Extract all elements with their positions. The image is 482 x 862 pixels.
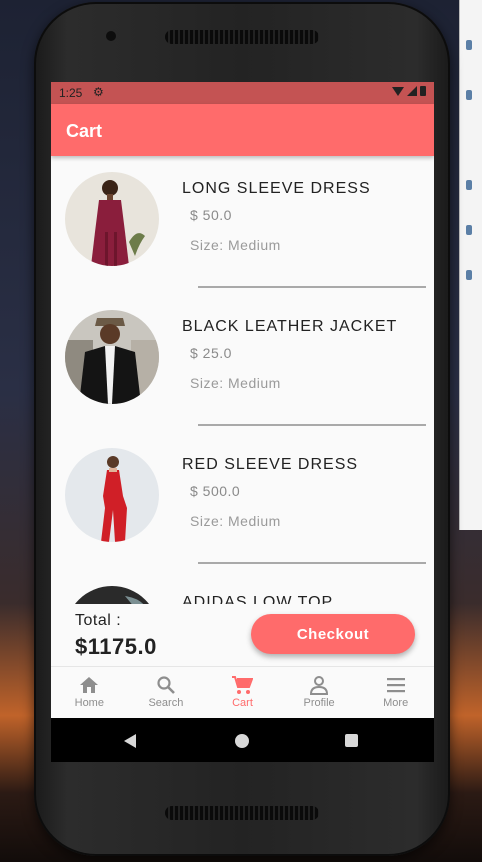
profile-icon (309, 675, 329, 695)
item-divider (198, 562, 426, 564)
item-price: $ 50.0 (190, 207, 232, 223)
wifi-icon (392, 86, 404, 96)
status-icons (392, 86, 426, 96)
signal-icon (407, 86, 417, 96)
system-navigation-bar (51, 718, 434, 762)
item-name: ADIDAS LOW TOP (182, 594, 334, 604)
background-window-mark (466, 270, 472, 280)
product-image-red-sleeve-dress (65, 448, 159, 542)
checkout-button[interactable]: Checkout (251, 614, 415, 654)
cart-item[interactable]: ADIDAS LOW TOP (51, 570, 434, 604)
bottom-navigation: Home Search Cart Profile More (51, 666, 434, 719)
app-screen: 1:25 ⚙ Cart LONG SLEEVE DRESS $ 50.0 Siz… (51, 82, 434, 762)
settings-gear-icon: ⚙ (93, 85, 104, 99)
nav-item-search[interactable]: Search (128, 667, 205, 719)
item-name: LONG SLEEVE DRESS (182, 180, 371, 197)
nav-label: Profile (303, 697, 335, 709)
product-image-long-sleeve-dress (65, 172, 159, 266)
page-title: Cart (66, 121, 103, 141)
search-icon (156, 675, 176, 695)
total-label: Total : (75, 612, 122, 629)
cart-item[interactable]: RED SLEEVE DRESS $ 500.0 Size: Medium (51, 432, 434, 570)
nav-item-profile[interactable]: Profile (281, 667, 358, 719)
cart-footer: Total : $1175.0 Checkout (51, 604, 434, 666)
cart-list[interactable]: LONG SLEEVE DRESS $ 50.0 Size: Medium BL… (51, 156, 434, 604)
background-window-mark (466, 180, 472, 190)
battery-icon (420, 86, 426, 96)
item-price: $ 500.0 (190, 483, 241, 499)
product-image-adidas-low-top (65, 586, 159, 604)
background-window-mark (466, 225, 472, 235)
nav-label: More (383, 697, 409, 709)
nav-label: Search (148, 697, 184, 709)
cart-item[interactable]: LONG SLEEVE DRESS $ 50.0 Size: Medium (51, 156, 434, 294)
cart-icon (231, 675, 254, 695)
item-name: BLACK LEATHER JACKET (182, 318, 398, 335)
item-divider (198, 286, 426, 288)
nav-label: Home (74, 697, 104, 709)
background-window (459, 0, 482, 530)
background-window-mark (466, 90, 472, 100)
item-divider (198, 424, 426, 426)
app-bar: Cart (51, 104, 434, 156)
home-icon (79, 675, 99, 695)
cart-item[interactable]: BLACK LEATHER JACKET $ 25.0 Size: Medium (51, 294, 434, 432)
item-price: $ 25.0 (190, 345, 232, 361)
item-size: Size: Medium (190, 513, 281, 529)
product-image-black-leather-jacket (65, 310, 159, 404)
item-name: RED SLEEVE DRESS (182, 456, 359, 473)
nav-label: Cart (232, 697, 253, 709)
bottom-speaker (165, 806, 319, 820)
front-camera (106, 31, 116, 41)
item-size: Size: Medium (190, 375, 281, 391)
status-time: 1:25 (59, 86, 83, 100)
menu-icon (386, 675, 406, 695)
top-speaker (165, 30, 319, 44)
nav-item-more[interactable]: More (357, 667, 434, 719)
total-value: $1175.0 (75, 634, 157, 659)
recents-icon[interactable] (345, 734, 358, 747)
status-bar: 1:25 ⚙ (51, 82, 434, 104)
back-icon[interactable] (124, 734, 136, 748)
item-size: Size: Medium (190, 237, 281, 253)
nav-item-home[interactable]: Home (51, 667, 128, 719)
home-circle-icon[interactable] (235, 734, 249, 748)
nav-item-cart[interactable]: Cart (204, 667, 281, 719)
background-window-mark (466, 40, 472, 50)
